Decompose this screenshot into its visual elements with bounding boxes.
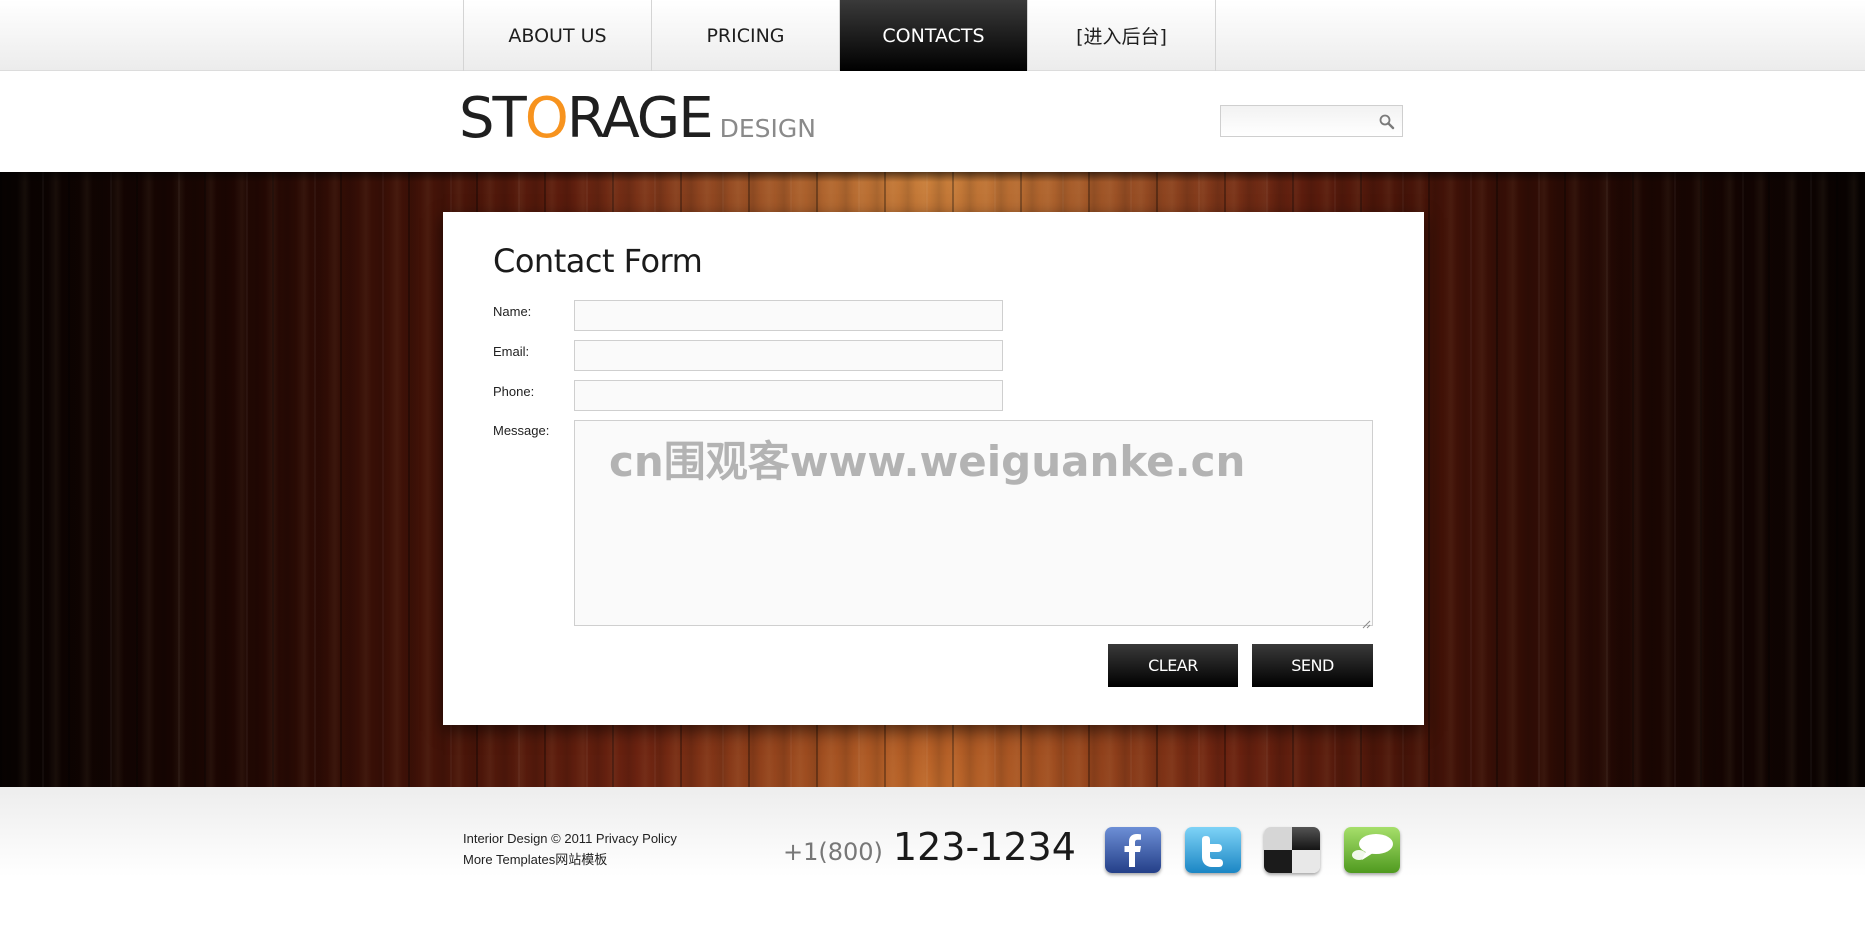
contact-form-card: Contact Form Name: Email: Phone: Message… bbox=[443, 212, 1424, 725]
logo[interactable]: STORAGE DESIGN bbox=[459, 91, 816, 147]
name-field[interactable] bbox=[574, 300, 1003, 331]
logo-part-1: ST bbox=[459, 86, 527, 151]
footer: Interior Design © 2011 Privacy Policy Mo… bbox=[0, 787, 1865, 937]
search-icon[interactable] bbox=[1378, 113, 1396, 131]
delicious-icon[interactable] bbox=[1264, 827, 1320, 873]
logo-wordmark: STORAGE bbox=[459, 91, 714, 147]
chat-icon[interactable] bbox=[1344, 827, 1400, 873]
top-navigation: ABOUT US PRICING CONTACTS [进入后台] bbox=[0, 0, 1865, 71]
phone-prefix: +1(800) bbox=[783, 838, 883, 866]
phone-label: Phone: bbox=[493, 384, 535, 399]
clear-button[interactable]: CLEAR bbox=[1108, 644, 1238, 687]
phone-number: +1(800) 123-1234 bbox=[783, 825, 1076, 869]
nav-item-pricing[interactable]: PRICING bbox=[652, 0, 840, 71]
twitter-icon[interactable] bbox=[1185, 827, 1241, 873]
phone-digits: 123-1234 bbox=[892, 825, 1076, 869]
send-button[interactable]: SEND bbox=[1252, 644, 1373, 687]
nav-menu: ABOUT US PRICING CONTACTS [进入后台] bbox=[463, 0, 1216, 71]
logo-part-2: RAGE bbox=[566, 86, 714, 151]
facebook-icon[interactable] bbox=[1105, 827, 1161, 873]
email-label: Email: bbox=[493, 344, 530, 359]
header: STORAGE DESIGN bbox=[0, 71, 1865, 172]
more-templates-link[interactable]: More Templates网站模板 bbox=[463, 849, 677, 870]
resize-grip-icon[interactable] bbox=[1361, 614, 1371, 629]
search-input[interactable] bbox=[1223, 108, 1373, 134]
logo-accent-letter: O bbox=[524, 86, 569, 151]
name-label: Name: bbox=[493, 304, 532, 319]
nav-item-contacts[interactable]: CONTACTS bbox=[840, 0, 1028, 71]
privacy-policy-link[interactable]: Privacy Policy bbox=[596, 831, 677, 846]
message-field[interactable] bbox=[574, 420, 1373, 626]
wood-top-shadow bbox=[0, 172, 1865, 182]
nav-item-about-us[interactable]: ABOUT US bbox=[464, 0, 652, 71]
phone-field[interactable] bbox=[574, 380, 1003, 411]
footer-text: Interior Design © 2011 Privacy Policy Mo… bbox=[463, 828, 677, 870]
message-label: Message: bbox=[493, 423, 550, 438]
form-title: Contact Form bbox=[493, 242, 703, 280]
logo-subtitle: DESIGN bbox=[719, 114, 816, 143]
search-box bbox=[1220, 105, 1403, 137]
email-field[interactable] bbox=[574, 340, 1003, 371]
footer-line-1: Interior Design © 2011 Privacy Policy bbox=[463, 828, 677, 849]
nav-item-admin[interactable]: [进入后台] bbox=[1028, 0, 1216, 71]
copyright-text: Interior Design © 2011 bbox=[463, 831, 596, 846]
